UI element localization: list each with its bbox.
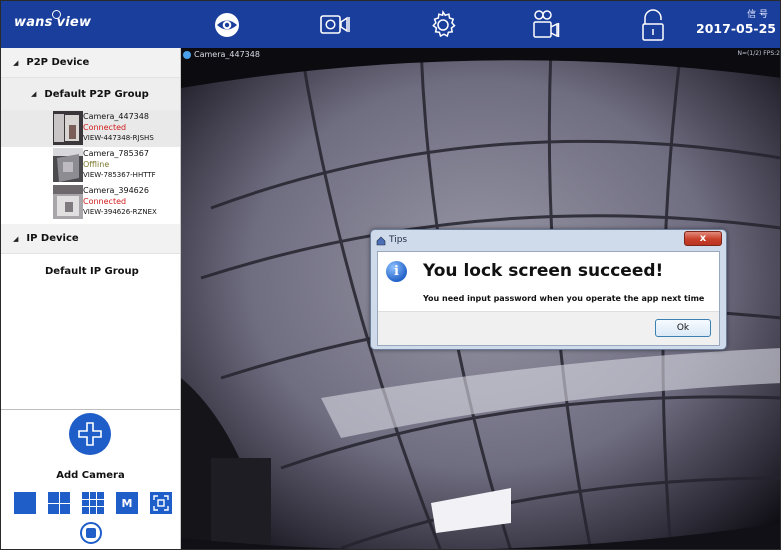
camera-info: Camera_394626 Connected VIEW-394626-RZNE…	[83, 185, 157, 218]
camera-status: Connected	[83, 123, 127, 132]
camera-thumbnail	[53, 111, 83, 145]
device-tree: ◢ P2P Device ◢ Default P2P Group Camera_…	[1, 48, 180, 410]
app-home-icon	[376, 236, 386, 246]
dialog-titlebar[interactable]: Tips x	[371, 230, 726, 250]
fullscreen-button[interactable]	[150, 492, 172, 514]
video-stats: N=(1/2) FPS:2	[737, 50, 780, 57]
camera-item[interactable]: Camera_785367 Offline VIEW-785367-HHTTF	[1, 147, 180, 184]
clock-area: 信 号 2017-05-25	[696, 7, 776, 36]
camera-name: Camera_447348	[83, 112, 149, 121]
dialog-heading: You lock screen succeed!	[423, 261, 664, 281]
camera-info: Camera_785367 Offline VIEW-785367-HHTTF	[83, 148, 156, 181]
stop-button[interactable]	[80, 522, 102, 544]
camera-item[interactable]: Camera_394626 Connected VIEW-394626-RZNE…	[1, 184, 180, 221]
collapse-triangle-icon: ◢	[13, 58, 19, 67]
camera-info: Camera_447348 Connected VIEW-447348-RJSH…	[83, 111, 154, 144]
camera-thumbnail	[53, 148, 83, 182]
tree-node-ip-group[interactable]: Default IP Group	[1, 254, 180, 288]
camera-thumbnail	[53, 185, 83, 219]
device-sidebar: ◢ P2P Device ◢ Default P2P Group Camera_…	[1, 48, 181, 549]
eye-icon	[215, 13, 239, 37]
layout-quad-button[interactable]	[48, 492, 70, 514]
tree-node-label: Default IP Group	[45, 265, 139, 277]
camera-status: Offline	[83, 160, 110, 169]
live-dot-icon	[183, 50, 191, 59]
layout-single-button[interactable]	[14, 492, 36, 514]
camera-view-icon	[320, 15, 350, 34]
camera-name: Camera_394626	[83, 186, 149, 195]
camera-uid: VIEW-447348-RJSHS	[83, 134, 154, 142]
tips-dialog: Tips x i You lock screen succeed! You ne…	[370, 229, 727, 350]
layout-m-button[interactable]: M	[116, 492, 138, 514]
dialog-message: You need input password when you operate…	[423, 294, 705, 303]
lock-icon	[642, 9, 664, 41]
gear-icon	[432, 9, 456, 38]
layout-selector: M	[14, 492, 174, 516]
dialog-footer: Ok	[378, 311, 719, 345]
tree-node-ip-device[interactable]: ◢ IP Device	[1, 224, 180, 254]
tree-node-label: P2P Device	[26, 57, 90, 68]
plus-icon	[78, 422, 102, 446]
time-label: 信 号	[747, 10, 768, 20]
logo-camera-icon	[51, 10, 61, 19]
tree-node-label: Default P2P Group	[44, 88, 149, 100]
camera-item[interactable]: Camera_447348 Connected VIEW-447348-RJSH…	[1, 110, 180, 147]
camera-uid: VIEW-785367-HHTTF	[83, 171, 156, 179]
playback-button[interactable]	[318, 7, 354, 43]
date-label: 2017-05-25	[696, 21, 776, 36]
camera-name: Camera_785367	[83, 149, 149, 158]
live-view-button[interactable]	[209, 7, 245, 43]
collapse-triangle-icon: ◢	[13, 234, 19, 243]
video-title-label: Camera_447348	[194, 50, 260, 59]
top-toolbar: wans view 信 号 2017-05-25	[1, 1, 780, 48]
collapse-triangle-icon: ◢	[31, 90, 37, 98]
video-title: Camera_447348	[183, 50, 260, 59]
camera-status: Connected	[83, 197, 127, 206]
dialog-body: i You lock screen succeed! You need inpu…	[377, 251, 720, 346]
add-camera-button[interactable]	[69, 413, 111, 455]
recording-icon	[533, 10, 560, 38]
ok-button[interactable]: Ok	[655, 319, 711, 337]
dialog-title: Tips	[389, 235, 408, 245]
settings-button[interactable]	[425, 7, 461, 43]
recording-button[interactable]	[526, 7, 562, 43]
close-button[interactable]: x	[684, 231, 722, 246]
lock-button[interactable]	[635, 7, 671, 43]
layout-nine-button[interactable]	[82, 492, 104, 514]
fullscreen-icon	[153, 495, 169, 511]
wansview-logo: wans view	[14, 10, 91, 30]
info-icon: i	[386, 261, 407, 282]
tree-node-label: IP Device	[26, 233, 79, 244]
tree-node-p2p-group[interactable]: ◢ Default P2P Group	[1, 78, 180, 110]
stop-icon	[86, 528, 96, 538]
add-camera-label: Add Camera	[56, 470, 125, 481]
tree-node-p2p-device[interactable]: ◢ P2P Device	[1, 48, 180, 78]
camera-uid: VIEW-394626-RZNEX	[83, 208, 157, 216]
camera-controls: Add Camera M	[1, 410, 180, 549]
app-window: wans view 信 号 2017-05-25 ◢ P2P Device ◢ …	[0, 0, 781, 550]
